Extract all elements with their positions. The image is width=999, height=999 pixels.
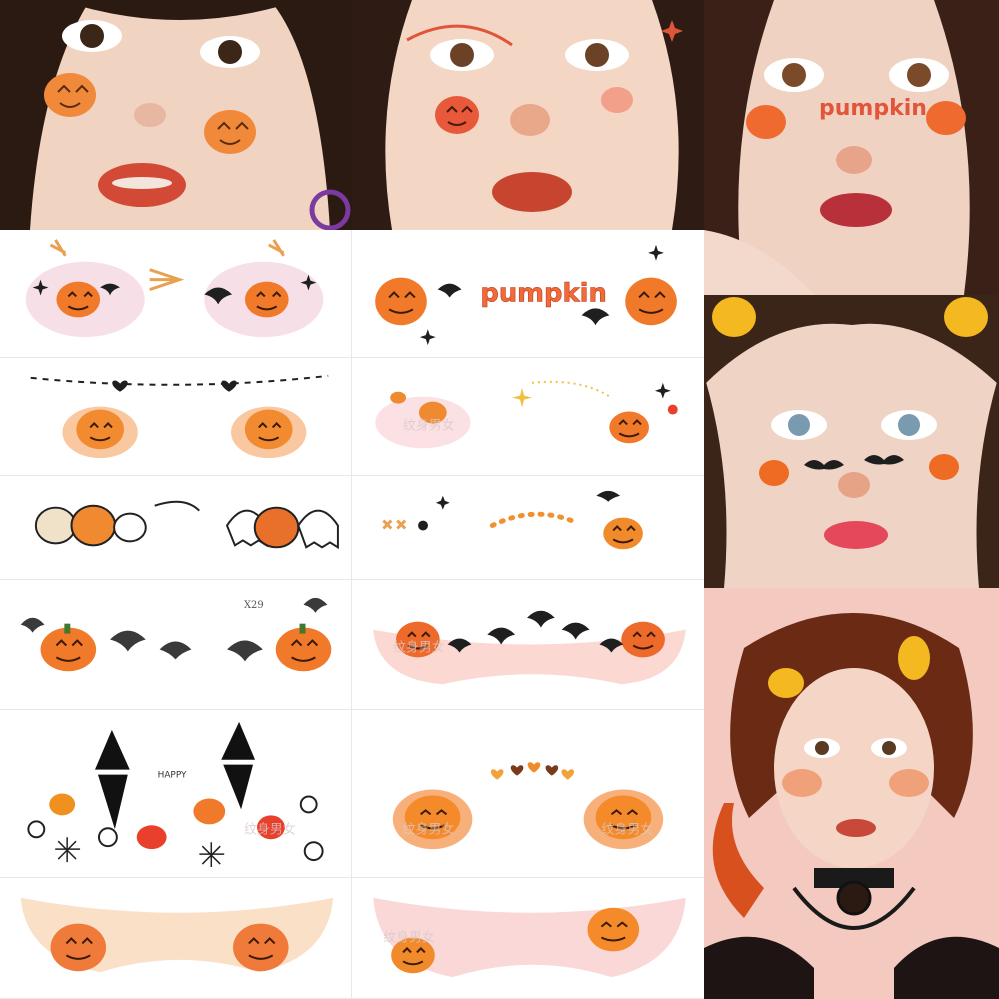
- photo-girl-red-hair-choker: [704, 588, 999, 999]
- sheet-a5-happy-halloween: HAPPY 纹身男女: [0, 710, 352, 878]
- watermark: 纹身男女: [244, 821, 296, 837]
- sheet-b4-blush-bats: 纹身男女: [352, 580, 704, 710]
- sheet-b2-small-pumpkins: 纹身男女: [352, 358, 704, 476]
- happy-label: HAPPY: [158, 771, 187, 781]
- watermark: 纹身男女: [602, 821, 654, 837]
- photo-girl-pumpkin-cheeks: [0, 0, 352, 230]
- sheet-a4-bats-pumpkins: X29: [0, 580, 352, 710]
- watermark: 纹身男女: [383, 929, 435, 945]
- watermark: 纹身男女: [393, 639, 445, 655]
- photo-girl-single-pumpkin: [352, 0, 704, 230]
- pumpkin-word: pumpkin: [480, 278, 606, 308]
- sheet-a6-blush-pumpkins: [0, 878, 352, 999]
- photo-girl-bats-pumpkins: [704, 295, 999, 588]
- watermark: 纹身男女: [403, 417, 455, 433]
- watermark: 纹身男女: [403, 821, 455, 837]
- sheet-b3-dots-and-xs: [352, 476, 704, 580]
- sheet-b1-pumpkin-word: pumpkin: [352, 230, 704, 358]
- sheet-a3-pumpkin-ghosts: [0, 476, 352, 580]
- sheet-code-label: X29: [244, 600, 264, 611]
- sheet-a2-pumpkin-garland: [0, 358, 352, 476]
- photo-girl-pumpkin-banner: pumpkin: [704, 0, 999, 295]
- sheet-b6-blush-pumpkins: 纹身男女: [352, 878, 704, 999]
- sheet-a1-pumpkins-bats: [0, 230, 352, 358]
- sheet-b5-hearts-pumpkins: 纹身男女 纹身男女: [352, 710, 704, 878]
- svg-text:pumpkin: pumpkin: [819, 96, 927, 121]
- sticker-collage: pumpkin X29 HAPPY 纹身男女 pumpkin 纹身男女 纹身男女…: [0, 0, 999, 999]
